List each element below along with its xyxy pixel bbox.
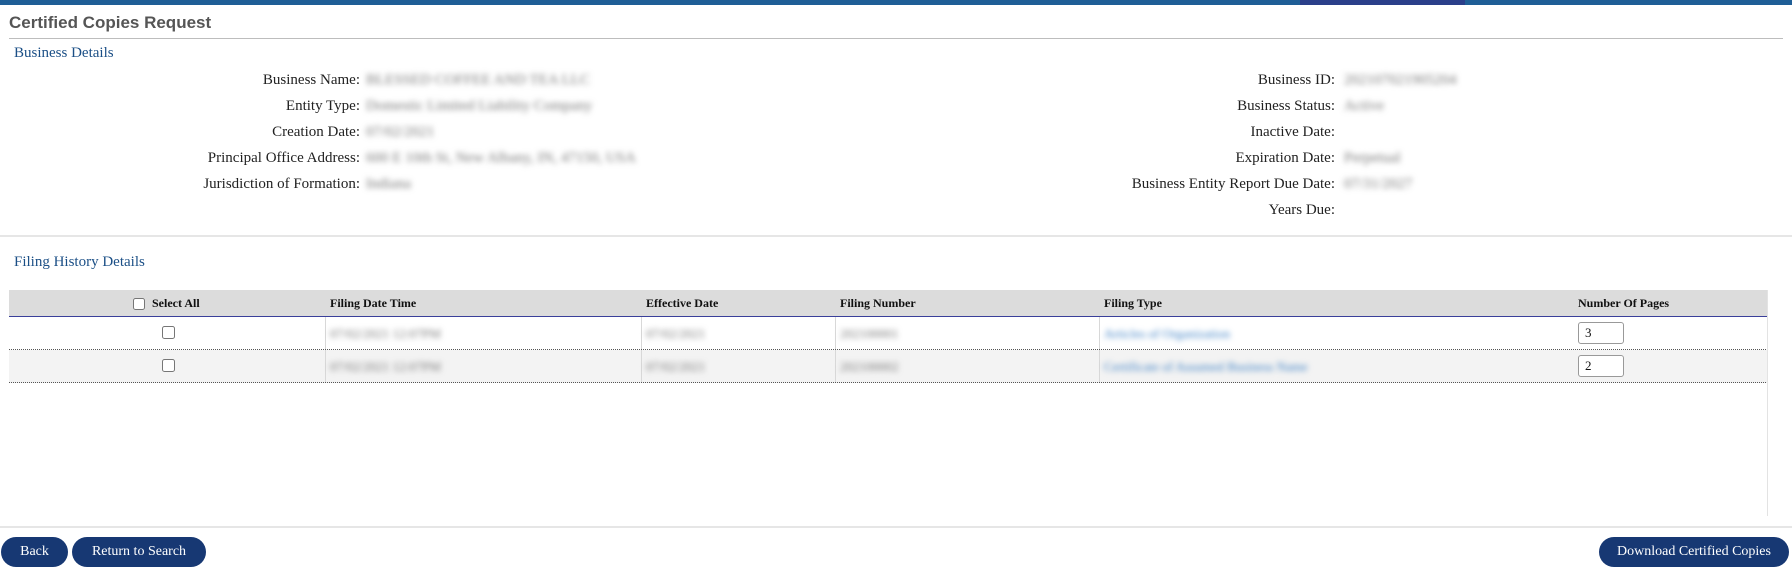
business-name-value: BLESSED COFFEE AND TEA LLC	[366, 72, 590, 88]
business-entity-report-due-date-label: Business Entity Report Due Date:	[1131, 176, 1335, 192]
number-of-pages-input[interactable]	[1578, 322, 1624, 344]
table-header-row: Select All Filing Date Time Effective Da…	[9, 290, 1768, 317]
row-select-checkbox[interactable]	[162, 326, 175, 339]
column-header-filing-date-time[interactable]: Filing Date Time	[330, 296, 416, 311]
select-all-checkbox[interactable]	[133, 298, 145, 310]
inactive-date-label: Inactive Date:	[1250, 124, 1335, 140]
business-status-value: Active	[1344, 98, 1384, 114]
number-of-pages-input[interactable]	[1578, 355, 1624, 377]
column-header-effective-date[interactable]: Effective Date	[646, 296, 718, 311]
effective-date-cell: 07/02/2021	[646, 326, 706, 341]
business-name-label: Business Name:	[262, 72, 360, 88]
top-active-tab-indicator	[1300, 0, 1465, 5]
business-id-label: Business ID:	[1257, 72, 1335, 88]
jurisdiction-of-formation-value: Indiana	[366, 176, 411, 192]
business-id-value: 202107021905204	[1344, 72, 1457, 88]
column-separator	[1099, 317, 1100, 349]
expiration-date-label: Expiration Date:	[1235, 150, 1335, 166]
filing-number-cell: 202100001	[840, 326, 899, 341]
filing-type-link[interactable]: Certificate of Assumed Business Name	[1104, 359, 1308, 375]
filing-number-cell: 202100002	[840, 359, 899, 374]
column-header-select-all: Select All	[152, 296, 200, 310]
column-separator	[325, 317, 326, 349]
filing-date-time-cell: 07/02/2021 12:07PM	[330, 359, 441, 374]
section-divider	[0, 235, 1792, 237]
column-header-filing-number[interactable]: Filing Number	[840, 296, 916, 311]
jurisdiction-of-formation-label: Jurisdiction of Formation:	[203, 176, 360, 192]
column-header-number-of-pages[interactable]: Number Of Pages	[1578, 296, 1669, 311]
business-details-heading: Business Details	[14, 45, 114, 61]
page-title: Certified Copies Request	[9, 13, 212, 32]
top-accent-bar	[0, 0, 1792, 5]
filing-date-time-cell: 07/02/2021 12:07PM	[330, 326, 441, 341]
filing-history-table: Select All Filing Date Time Effective Da…	[9, 290, 1768, 383]
column-separator	[835, 350, 836, 382]
download-certified-copies-button[interactable]: Download Certified Copies	[1599, 537, 1789, 567]
entity-type-value: Domestic Limited Liability Company	[366, 98, 593, 114]
entity-type-label: Entity Type:	[285, 98, 360, 114]
footer-divider	[0, 526, 1792, 528]
table-scroll-track[interactable]	[1767, 290, 1768, 516]
expiration-date-value: Perpetual	[1344, 150, 1401, 166]
column-separator	[1099, 350, 1100, 382]
principal-office-address-value: 600 E 10th St, New Albany, IN, 47150, US…	[366, 150, 636, 166]
filing-history-heading: Filing History Details	[14, 254, 145, 270]
column-header-filing-type[interactable]: Filing Type	[1104, 296, 1162, 311]
creation-date-value: 07/02/2021	[366, 124, 435, 140]
table-row: 07/02/2021 12:07PM 07/02/2021 202100002 …	[9, 350, 1768, 383]
filing-type-link[interactable]: Articles of Organization	[1104, 326, 1230, 342]
years-due-label: Years Due:	[1268, 202, 1335, 218]
effective-date-cell: 07/02/2021	[646, 359, 706, 374]
business-status-label: Business Status:	[1237, 98, 1335, 114]
creation-date-label: Creation Date:	[272, 124, 360, 140]
return-to-search-button[interactable]: Return to Search	[72, 537, 206, 567]
row-select-checkbox[interactable]	[162, 359, 175, 372]
title-divider	[9, 38, 1783, 39]
column-separator	[641, 317, 642, 349]
principal-office-address-label: Principal Office Address:	[207, 150, 360, 166]
column-separator	[325, 350, 326, 382]
business-entity-report-due-date-value: 07/31/2027	[1344, 176, 1413, 192]
column-separator	[835, 317, 836, 349]
back-button[interactable]: Back	[1, 537, 68, 567]
column-separator	[641, 350, 642, 382]
table-row: 07/02/2021 12:07PM 07/02/2021 202100001 …	[9, 317, 1768, 350]
